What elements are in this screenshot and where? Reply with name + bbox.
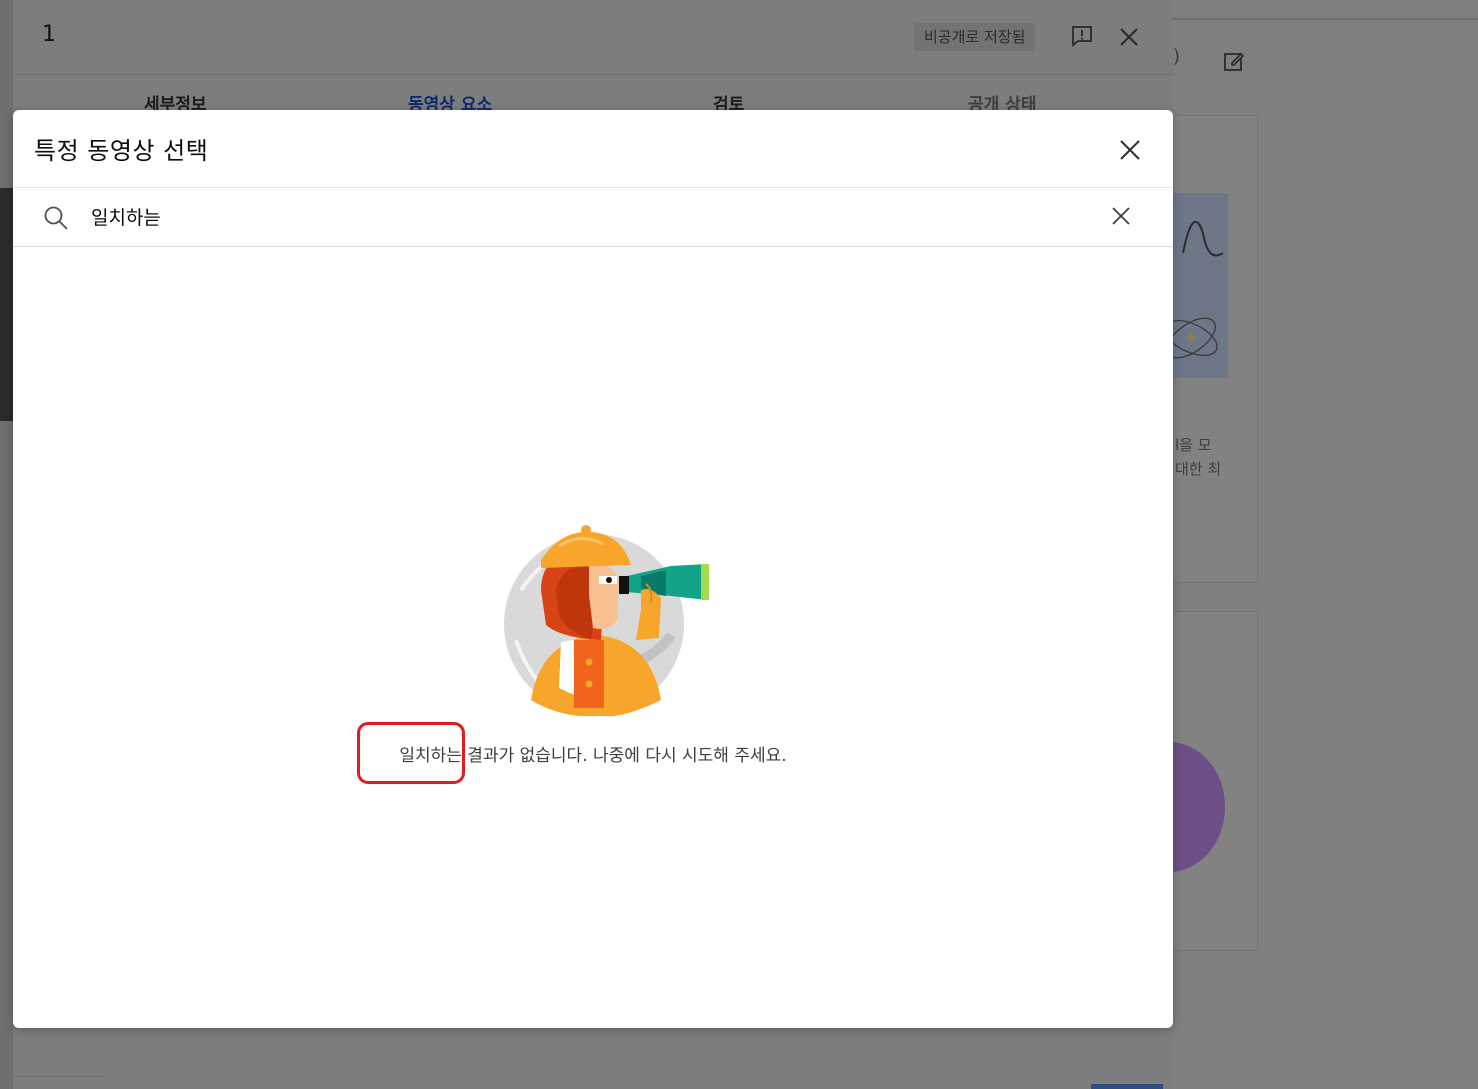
- background-text: l을 모: [1175, 436, 1212, 454]
- background-left-strip: [0, 0, 13, 1089]
- close-icon[interactable]: [1117, 137, 1143, 163]
- background-text: 대한 최: [1175, 460, 1222, 478]
- search-icon: [44, 206, 68, 230]
- background-divider: [1173, 18, 1478, 20]
- search-bar: [13, 188, 1173, 246]
- header-divider: [13, 74, 1173, 75]
- empty-result-message: 일치하는 결과가 없습니다. 나중에 다시 시도해 주세요.: [399, 746, 787, 766]
- binoculars-illustration: [504, 525, 709, 716]
- search-input[interactable]: [91, 201, 1091, 231]
- background-thumbnail: [1173, 193, 1228, 378]
- background-text: ): [1173, 46, 1181, 67]
- clear-search-icon[interactable]: [1109, 204, 1133, 228]
- close-icon[interactable]: [1118, 26, 1140, 48]
- background-page: ) l을 모 대한 최: [1091, 0, 1478, 1089]
- select-video-modal: 특정 동영상 선택 일치하늗 일치하는 결과가 없습니다. 나중에 다시 시도해…: [13, 110, 1173, 1028]
- highlight-annotation: [357, 722, 465, 784]
- modal-title: 특정 동영상 선택: [34, 137, 209, 165]
- background-thumbnail: [0, 188, 13, 421]
- search-divider: [13, 246, 1173, 247]
- upload-dialog-title: 1: [42, 22, 56, 47]
- feedback-icon[interactable]: [1070, 24, 1094, 48]
- saved-status-badge: 비공개로 저장됨: [914, 23, 1036, 51]
- footer-divider: [13, 1076, 103, 1077]
- background-button: [1091, 1084, 1163, 1089]
- edit-icon[interactable]: [1223, 50, 1245, 72]
